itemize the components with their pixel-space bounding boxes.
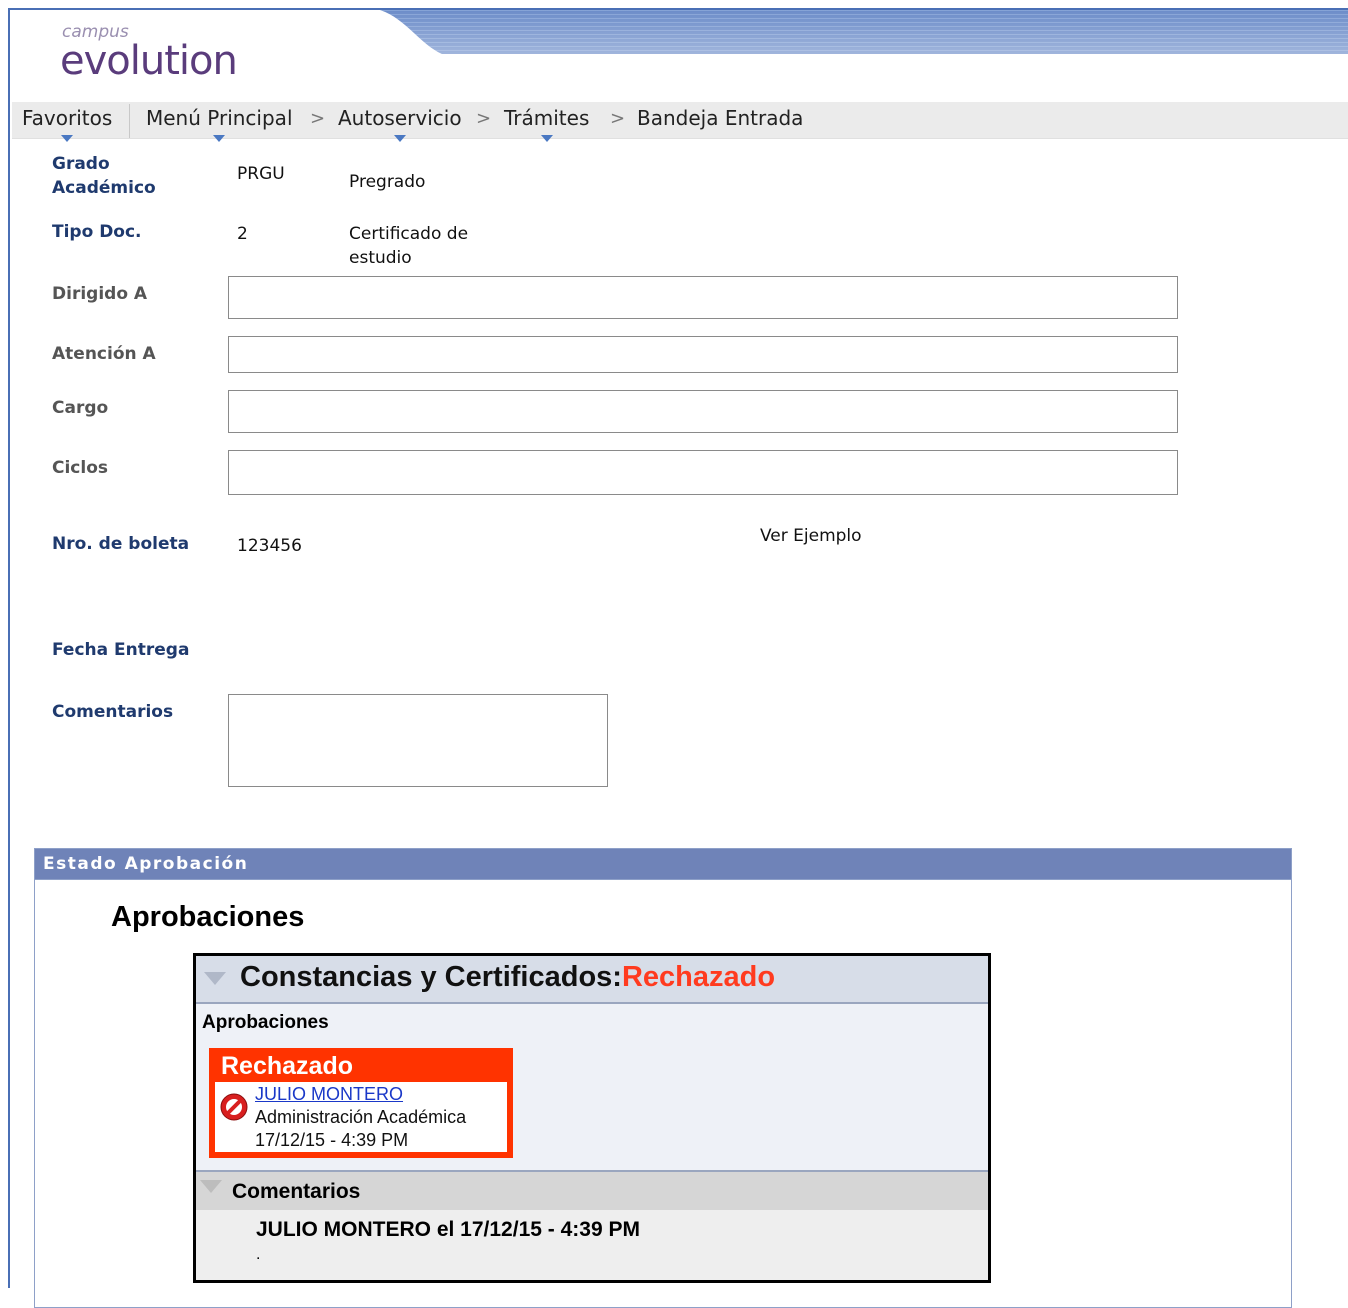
nav-favoritos[interactable]: Favoritos	[22, 106, 113, 142]
nav-tramites-label: Trámites	[504, 106, 590, 130]
comentarios-body: JULIO MONTERO el 17/12/15 - 4:39 PM .	[196, 1210, 988, 1280]
approval-status-text: Rechazado	[621, 961, 776, 993]
nav-bandeja-entrada-label: Bandeja Entrada	[637, 106, 804, 130]
rejected-approver-card: Rechazado JULIO MONTERO Administración A…	[209, 1048, 513, 1158]
estado-aprobacion-section: Estado Aprobación Aprobaciones Constanci…	[34, 848, 1292, 1308]
breadcrumb-navbar: Favoritos Menú Principal > Autoservicio …	[12, 102, 1348, 142]
ciclos-input[interactable]	[228, 450, 1178, 495]
approver-department: Administración Académica	[255, 1107, 467, 1127]
atencion-a-label: Atención A	[52, 344, 156, 364]
comentarios-title: Comentarios	[232, 1180, 361, 1203]
logo-big-text: evolution	[60, 38, 238, 84]
nro-boleta-label: Nro. de boleta	[52, 534, 190, 554]
nav-tramites[interactable]: Trámites	[504, 106, 590, 142]
collapse-triangle-icon[interactable]	[200, 1180, 222, 1193]
approver-name-link[interactable]: JULIO MONTERO	[255, 1082, 403, 1106]
tipo-doc-code: 2	[237, 224, 248, 244]
nav-divider	[129, 104, 130, 138]
no-entry-icon	[220, 1093, 248, 1121]
collapse-triangle-icon[interactable]	[204, 972, 226, 985]
grado-academico-label: Grado Académico	[52, 154, 156, 198]
grado-code: PRGU	[237, 164, 285, 184]
approval-box-title-text: Constancias y Certificados:	[240, 961, 622, 993]
estado-aprobacion-header: Estado Aprobación	[35, 849, 1291, 880]
fecha-entrega-label: Fecha Entrega	[52, 640, 190, 660]
ver-ejemplo-link[interactable]: Ver Ejemplo	[760, 524, 862, 548]
aprobaciones-subtitle: Aprobaciones	[202, 1012, 329, 1033]
nav-autoservicio-label: Autoservicio	[338, 106, 462, 130]
comment-author: JULIO MONTERO el 17/12/15 - 4:39 PM	[256, 1218, 640, 1241]
nav-menu-principal-label: Menú Principal	[146, 106, 293, 130]
campus-evolution-logo[interactable]: campus evolution	[60, 22, 240, 92]
comentarios-label: Comentarios	[52, 702, 174, 722]
nav-autoservicio[interactable]: Autoservicio	[338, 106, 462, 142]
rejected-card-body: JULIO MONTERO Administración Académica 1…	[215, 1082, 507, 1152]
nro-boleta-value: 123456	[237, 536, 302, 556]
approval-date: 17/12/15 - 4:39 PM	[255, 1130, 409, 1150]
chevron-right-icon: >	[310, 108, 326, 129]
comentarios-textarea[interactable]	[228, 694, 608, 787]
comment-text: .	[256, 1246, 261, 1263]
approval-box-title: Constancias y Certificados:Rechazado	[240, 961, 775, 994]
rejected-card-status: Rechazado	[221, 1052, 353, 1080]
app-frame: campus evolution Favoritos Menú Principa…	[8, 8, 1348, 1308]
chevron-down-icon	[213, 135, 226, 142]
aprobaciones-title: Aprobaciones	[111, 901, 305, 933]
approval-box: Constancias y Certificados:Rechazado Apr…	[193, 953, 991, 1283]
chevron-down-icon	[540, 135, 553, 142]
tipo-doc-label: Tipo Doc.	[52, 222, 142, 242]
atencion-a-input[interactable]	[228, 336, 1178, 373]
cargo-input[interactable]	[228, 390, 1178, 433]
ciclos-label: Ciclos	[52, 458, 109, 478]
tipo-doc-desc: Certificado de estudio	[349, 224, 469, 268]
chevron-down-icon	[61, 135, 74, 142]
nav-menu-principal[interactable]: Menú Principal	[146, 106, 293, 142]
chevron-down-icon	[393, 135, 406, 142]
dirigido-a-input[interactable]	[228, 276, 1178, 319]
chevron-right-icon: >	[610, 108, 626, 129]
nav-favoritos-label: Favoritos	[22, 106, 113, 130]
chevron-right-icon: >	[476, 108, 492, 129]
dirigido-a-label: Dirigido A	[52, 284, 148, 304]
cargo-label: Cargo	[52, 398, 109, 418]
approval-box-header[interactable]: Constancias y Certificados:Rechazado	[196, 956, 988, 1004]
comentarios-header[interactable]: Comentarios	[196, 1170, 988, 1210]
nav-bandeja-entrada[interactable]: Bandeja Entrada	[637, 106, 803, 130]
grado-desc: Pregrado	[349, 172, 426, 192]
